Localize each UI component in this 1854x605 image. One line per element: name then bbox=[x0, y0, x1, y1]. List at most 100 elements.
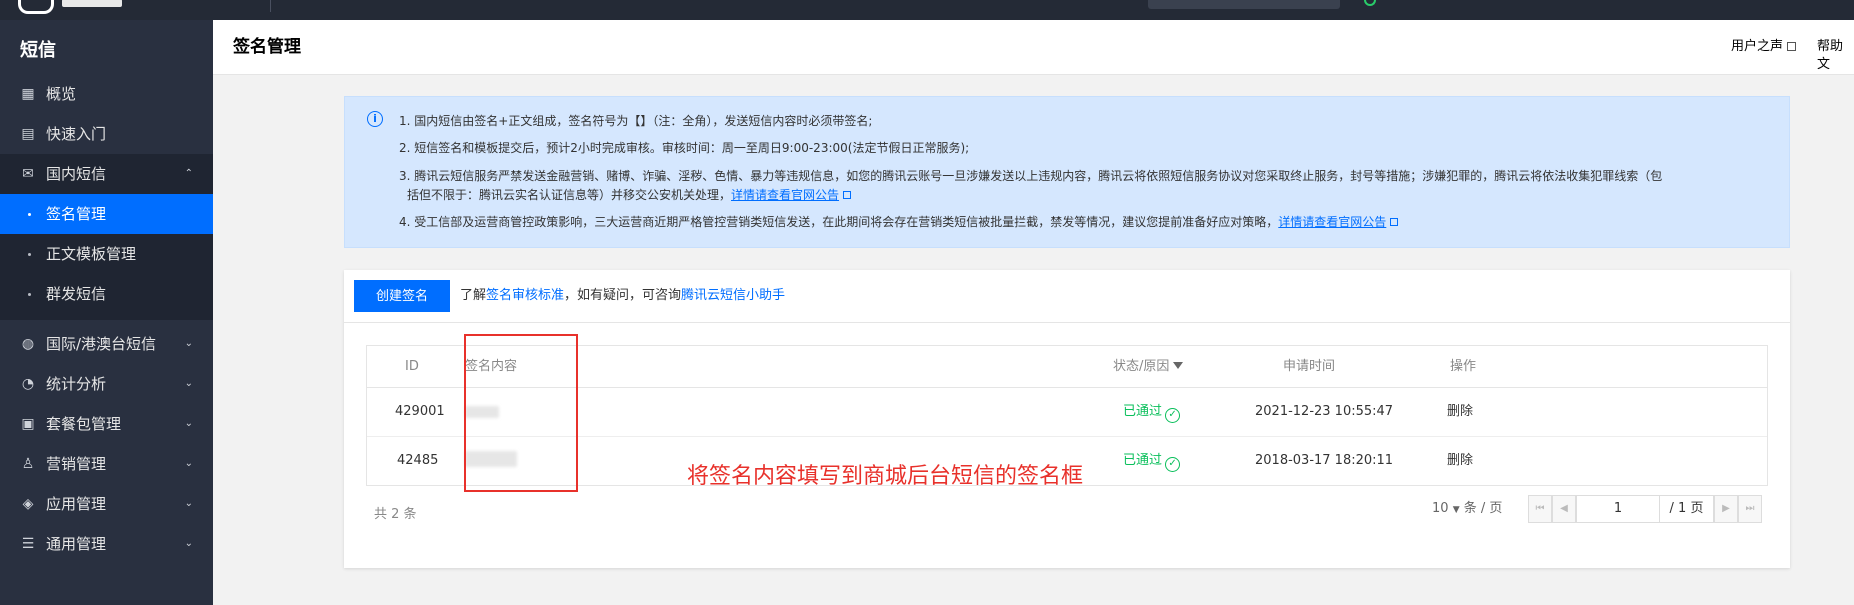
filter-icon[interactable] bbox=[1173, 362, 1184, 369]
divider bbox=[344, 322, 1790, 323]
help-docs-link[interactable]: 帮助文 bbox=[1817, 38, 1854, 74]
first-page-icon[interactable]: ⏮ bbox=[1528, 495, 1552, 523]
cell-id: 429001 bbox=[395, 404, 445, 419]
info-icon: i bbox=[367, 111, 383, 127]
sidebar-item-label: 群发短信 bbox=[46, 285, 107, 303]
notice-announcement-link[interactable]: 详情请查看官网公告 bbox=[731, 188, 839, 202]
page-header: 签名管理 用户之声 帮助文 bbox=[213, 20, 1854, 75]
user-icon: ♙ bbox=[21, 456, 35, 472]
chevron-down-icon: ⌄ bbox=[184, 458, 193, 469]
sidebar-item-domestic-sms[interactable]: ✉ 国内短信 ⌃ bbox=[0, 154, 213, 194]
annotation-text: 将签名内容填写到商城后台短信的签名框 bbox=[687, 464, 1084, 489]
sidebar-item-overview[interactable]: ▦ 概览 bbox=[0, 74, 213, 114]
page-title: 签名管理 bbox=[233, 37, 301, 57]
external-link-icon bbox=[1390, 218, 1399, 226]
sidebar-item-general[interactable]: ☰ 通用管理 ⌄ bbox=[0, 524, 213, 564]
bullet-icon bbox=[28, 213, 31, 216]
notice-line-3: 3. 腾讯云短信服务严禁发送金融营销、赌博、诈骗、淫秽、色情、暴力等违规信息，如… bbox=[399, 169, 1663, 183]
help-tip: 了解签名审核标准，如有疑问，可咨询腾讯云短信小助手 bbox=[460, 287, 785, 305]
chevron-up-icon: ⌃ bbox=[184, 168, 193, 179]
grid-icon: ▦ bbox=[21, 86, 35, 102]
status-label: 已通过 bbox=[1123, 404, 1163, 419]
external-link-icon bbox=[1787, 42, 1797, 51]
help-docs-label: 帮助文 bbox=[1817, 39, 1844, 72]
top-bar bbox=[0, 0, 1854, 20]
page-scrollbar[interactable] bbox=[1838, 75, 1854, 605]
cell-status: 已通过 ✓ bbox=[1123, 403, 1181, 423]
user-voice-link[interactable]: 用户之声 bbox=[1731, 38, 1797, 56]
status-label: 已通过 bbox=[1123, 453, 1163, 468]
page-size-value: 10 bbox=[1432, 501, 1449, 516]
info-notice: i 1. 国内短信由签名+正文组成，签名符号为【】（注：全角），发送短信内容时必… bbox=[344, 96, 1790, 248]
caret-down-icon: ▼ bbox=[1452, 505, 1460, 515]
notice-line-2: 2. 短信签名和模板提交后，预计2小时完成审核。审核时间：周一至周日9:00-2… bbox=[399, 141, 970, 155]
sidebar-item-label: 签名管理 bbox=[46, 205, 107, 223]
delete-link[interactable]: 删除 bbox=[1447, 452, 1473, 470]
user-voice-label: 用户之声 bbox=[1731, 39, 1784, 54]
sidebar-item-label: 快速入门 bbox=[46, 125, 107, 143]
chevron-down-icon: ⌄ bbox=[184, 338, 193, 349]
sidebar-item-label: 国内短信 bbox=[46, 165, 107, 183]
sidebar-item-packages[interactable]: ▣ 套餐包管理 ⌄ bbox=[0, 404, 213, 444]
sidebar-item-international-sms[interactable]: ◍ 国际/港澳台短信 ⌄ bbox=[0, 324, 213, 364]
sidebar-title: 短信 bbox=[20, 40, 56, 61]
annotation-highlight-box bbox=[464, 334, 578, 492]
layers-icon: ◈ bbox=[22, 496, 34, 512]
cell-time: 2018-03-17 18:20:11 bbox=[1255, 453, 1394, 468]
page-size-select[interactable]: 10 ▼ 条 / 页 bbox=[1432, 500, 1502, 519]
sidebar-item-statistics[interactable]: ◔ 统计分析 ⌄ bbox=[0, 364, 213, 404]
check-circle-icon: ✓ bbox=[1165, 457, 1181, 472]
chevron-down-icon: ⌄ bbox=[184, 538, 193, 549]
sidebar-item-label: 国际/港澳台短信 bbox=[46, 335, 157, 353]
globe-icon: ◍ bbox=[21, 336, 35, 352]
chevron-down-icon: ⌄ bbox=[184, 378, 193, 389]
notice-announcement-link-2[interactable]: 详情请查看官网公告 bbox=[1278, 215, 1386, 229]
chevron-down-icon: ⌄ bbox=[184, 418, 193, 429]
next-page-icon[interactable]: ▶ bbox=[1714, 495, 1738, 523]
bullet-icon bbox=[28, 293, 31, 296]
external-link-icon bbox=[843, 191, 852, 199]
mail-icon: ✉ bbox=[22, 166, 34, 182]
column-header-actions: 操作 bbox=[1450, 359, 1477, 374]
topbar-divider bbox=[270, 0, 271, 12]
column-header-status[interactable]: 状态/原因 bbox=[1113, 358, 1184, 376]
status-indicator-icon bbox=[1364, 0, 1376, 6]
sms-assistant-link[interactable]: 腾讯云短信小助手 bbox=[681, 288, 785, 303]
sidebar-item-applications[interactable]: ◈ 应用管理 ⌄ bbox=[0, 484, 213, 524]
notice-line-4-text: 4. 受工信部及运营商管控政策影响，三大运营商近期严格管控营销类短信发送，在此期… bbox=[399, 215, 1279, 229]
notice-line-1: 1. 国内短信由签名+正文组成，签名符号为【】（注：全角），发送短信内容时必须带… bbox=[399, 114, 873, 128]
topbar-search[interactable] bbox=[1148, 0, 1340, 9]
notice-line-4: 4. 受工信部及运营商管控政策影响，三大运营商近期严格管控营销类短信发送，在此期… bbox=[399, 213, 1399, 231]
column-header-id: ID bbox=[405, 359, 419, 374]
sidebar-item-template-management[interactable]: 正文模板管理 bbox=[0, 234, 213, 274]
notice-line-3b-text: 括但不限于：腾讯云实名认证信息等）并移交公安机关处理， bbox=[407, 188, 732, 202]
cell-time: 2021-12-23 10:55:47 bbox=[1255, 404, 1394, 419]
chevron-down-icon: ⌄ bbox=[184, 498, 193, 509]
sidebar-item-label: 套餐包管理 bbox=[46, 415, 122, 433]
create-signature-button[interactable]: 创建签名 bbox=[354, 280, 450, 312]
sidebar-item-label: 正文模板管理 bbox=[46, 245, 137, 263]
sidebar: 短信 ▦ 概览 ▤ 快速入门 ✉ 国内短信 ⌃ 签名管理 正文模板管理 群发短信… bbox=[0, 20, 213, 605]
prev-page-icon[interactable]: ◀ bbox=[1552, 495, 1576, 523]
sidebar-item-label: 营销管理 bbox=[46, 455, 107, 473]
delete-link[interactable]: 删除 bbox=[1447, 403, 1473, 421]
status-header-label: 状态/原因 bbox=[1113, 359, 1170, 374]
bullet-icon bbox=[28, 253, 31, 256]
page-size-unit: 条 / 页 bbox=[1463, 501, 1503, 516]
tip-prefix: 了解 bbox=[460, 288, 487, 303]
page-number-input[interactable]: 1 bbox=[1576, 495, 1660, 523]
pie-chart-icon: ◔ bbox=[21, 376, 35, 392]
tip-middle: ，如有疑问，可咨询 bbox=[564, 288, 682, 303]
sidebar-item-signature-management[interactable]: 签名管理 bbox=[0, 194, 213, 234]
book-icon: ▤ bbox=[21, 126, 35, 142]
review-standard-link[interactable]: 签名审核标准 bbox=[486, 288, 564, 303]
sidebar-item-quickstart[interactable]: ▤ 快速入门 bbox=[0, 114, 213, 154]
tencent-cloud-logo[interactable] bbox=[18, 0, 128, 14]
sidebar-item-bulk-sms[interactable]: 群发短信 bbox=[0, 274, 213, 314]
total-count: 共 2 条 bbox=[374, 507, 417, 522]
sidebar-item-marketing[interactable]: ♙ 营销管理 ⌄ bbox=[0, 444, 213, 484]
last-page-icon[interactable]: ⏭ bbox=[1738, 495, 1762, 523]
check-circle-icon: ✓ bbox=[1165, 408, 1181, 423]
sidebar-item-label: 通用管理 bbox=[46, 535, 107, 553]
cloud-logo-icon bbox=[18, 0, 54, 14]
